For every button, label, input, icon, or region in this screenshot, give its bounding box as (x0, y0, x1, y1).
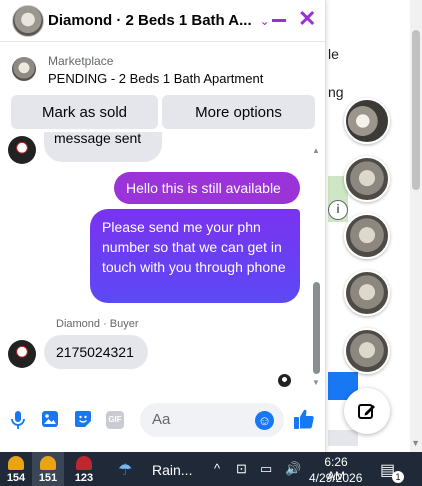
chat-head[interactable] (344, 213, 390, 259)
background-text: ng (328, 84, 344, 100)
minimize-icon[interactable] (272, 19, 286, 22)
app-icon (40, 456, 56, 470)
new-message-button[interactable] (344, 388, 390, 434)
chevron-up-icon[interactable]: ^ (214, 461, 220, 476)
taskbar-badge: 154 (6, 472, 26, 484)
scroll-up-icon[interactable]: ▲ (312, 146, 320, 155)
message-text: Please send me your phn number so that w… (102, 219, 286, 275)
background-block (328, 430, 358, 446)
chat-window: Diamond · 2 Beds 1 Bath A... ⌄ ✕ Marketp… (0, 0, 326, 452)
scroll-down-icon[interactable]: ▼ (312, 378, 320, 387)
gif-icon[interactable]: GIF (106, 411, 124, 429)
message-text: Hello this is still available (126, 180, 281, 196)
clock-date[interactable]: 4/29/2026 (309, 471, 362, 485)
page-scrollbar-thumb[interactable] (412, 30, 420, 190)
page-scrollbar[interactable]: ▼ (410, 0, 422, 452)
chevron-down-icon[interactable]: ⌄ (260, 14, 270, 28)
notification-badge: 1 (392, 471, 404, 483)
avatar (8, 340, 36, 368)
taskbar-app[interactable]: 123 (68, 452, 100, 486)
network-icon[interactable]: ▭ (260, 461, 272, 477)
umbrella-icon[interactable]: ☂ (118, 460, 132, 480)
taskbar-app[interactable]: 154 (0, 452, 32, 486)
message-bubble-outgoing[interactable]: Hello this is still available (114, 172, 300, 204)
chat-scrollbar-thumb[interactable] (313, 282, 320, 374)
info-icon[interactable]: i (328, 200, 348, 220)
taskbar-badge: 123 (74, 472, 94, 484)
listing-title: PENDING - 2 Beds 1 Bath Apartment (48, 71, 264, 86)
scroll-down-icon[interactable]: ▼ (411, 438, 420, 448)
sticker-icon[interactable] (74, 410, 92, 428)
taskbar-badge: 151 (38, 472, 58, 484)
mark-as-sold-button[interactable]: Mark as sold (11, 95, 158, 129)
taskbar: 154 151 123 ☂ Rain... ^ ⊡ ▭ 🔊 6:26 AM 4/… (0, 452, 422, 486)
message-bubble-incoming: message sent (44, 132, 162, 162)
chat-head[interactable] (344, 98, 390, 144)
message-text: message sent (54, 132, 142, 146)
emoji-icon[interactable]: ☺ (255, 411, 274, 430)
close-icon[interactable]: ✕ (298, 8, 316, 30)
listing-thumbnail (12, 57, 36, 81)
chat-header: Diamond · 2 Beds 1 Bath A... ⌄ ✕ (0, 0, 326, 42)
photo-icon[interactable] (41, 410, 59, 428)
thumbs-up-icon[interactable] (293, 408, 315, 430)
volume-icon[interactable]: 🔊 (285, 461, 301, 477)
camera-icon[interactable]: ⊡ (236, 461, 247, 477)
marketplace-label: Marketplace (48, 54, 114, 68)
app-icon (76, 456, 92, 470)
marketplace-listing[interactable]: Marketplace PENDING - 2 Beds 1 Bath Apar… (0, 43, 326, 91)
avatar[interactable] (12, 4, 44, 37)
more-options-button[interactable]: More options (162, 95, 315, 129)
message-text: 2175024321 (56, 344, 134, 360)
message-bubble-outgoing[interactable]: Please send me your phn number so that w… (90, 209, 300, 303)
chat-head[interactable] (344, 270, 390, 316)
message-input-placeholder: Aa (152, 411, 171, 428)
chat-title[interactable]: Diamond · 2 Beds 1 Bath A... (48, 12, 252, 29)
message-list: message sent Hello this is still availab… (0, 132, 326, 390)
chat-scrollbar[interactable]: ▲ ▼ (312, 146, 322, 388)
avatar (8, 136, 36, 164)
composer: GIF Aa ☺ (0, 396, 326, 448)
app-icon (8, 456, 24, 470)
sender-label: Diamond · Buyer (56, 318, 139, 330)
chat-head[interactable] (344, 156, 390, 202)
screen: le ng i ▼ Diamond · 2 Beds 1 Bath A... ⌄… (0, 0, 422, 486)
message-bubble-incoming[interactable]: 2175024321 (44, 335, 148, 369)
compose-icon (358, 404, 375, 419)
taskbar-app[interactable]: 151 (32, 452, 64, 486)
seen-avatar (278, 374, 291, 387)
microphone-icon[interactable] (10, 410, 26, 430)
chat-head[interactable] (344, 328, 390, 374)
background-text: le (328, 46, 339, 62)
weather-label[interactable]: Rain... (152, 462, 192, 478)
